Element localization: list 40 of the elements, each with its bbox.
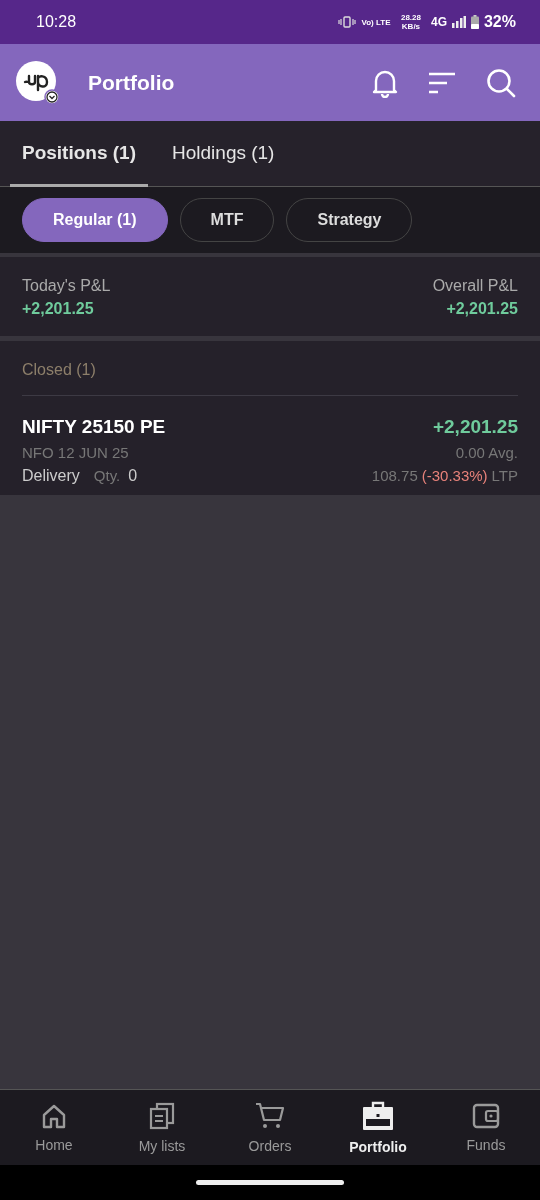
qty-value: 0 (128, 467, 138, 485)
volte-label: Vo) LTE (360, 17, 391, 27)
wallet-icon (472, 1102, 500, 1129)
pnl-value: +2,201.25 (446, 300, 518, 318)
symbol-name: NIFTY 25150 PE (22, 416, 166, 438)
section-title: Closed (1) (22, 341, 518, 396)
pnl-label: Overall P&L (432, 277, 518, 295)
nav-item[interactable]: Orders (216, 1090, 324, 1165)
nav-item[interactable]: Funds (432, 1090, 540, 1165)
average-price: 0.00 Avg. (455, 444, 518, 461)
product-type: Delivery (22, 467, 80, 485)
filter-chip[interactable]: Regular (1) (22, 198, 168, 242)
documents-icon (149, 1101, 175, 1130)
vibrate-icon (337, 16, 356, 28)
speed-label: 28.28 KB/s (399, 13, 422, 31)
position-pnl: +2,201.25 (432, 416, 518, 438)
nav-item[interactable]: Portfolio (324, 1090, 432, 1165)
nav-item[interactable]: Home (0, 1090, 108, 1165)
pnl-label: Today's P&L (22, 277, 111, 295)
battery-percent: 32% (483, 13, 516, 31)
nav-item[interactable]: My lists (108, 1090, 216, 1165)
network-label: 4G (430, 15, 447, 29)
logo-icon[interactable] (16, 60, 60, 105)
search-icon[interactable] (486, 67, 516, 98)
cart-icon (255, 1101, 285, 1130)
pnl-value: +2,201.25 (22, 300, 95, 318)
ltp-label: LTP (491, 467, 518, 484)
position-row[interactable]: NIFTY 25150 PE +2,201.25 NFO 12 JUN 25 0.00 Avg. Delivery Qty. 0 108.75 (-30.33%) LTP (22, 396, 518, 485)
status-time: 10:28 (36, 13, 77, 31)
home-icon (41, 1102, 67, 1129)
contract-text: NFO 12 JUN 25 (22, 444, 129, 461)
tab[interactable]: Holdings (1) (160, 121, 287, 187)
signal-icon (451, 16, 466, 28)
briefcase-icon (362, 1100, 394, 1131)
battery-icon (470, 15, 479, 29)
sort-icon[interactable] (428, 70, 456, 95)
qty-label: Qty. (93, 467, 121, 484)
ltp-change: (-30.33%) (421, 467, 488, 484)
ltp-value: 108.75 (371, 467, 418, 484)
page-title: Portfolio (88, 70, 176, 95)
